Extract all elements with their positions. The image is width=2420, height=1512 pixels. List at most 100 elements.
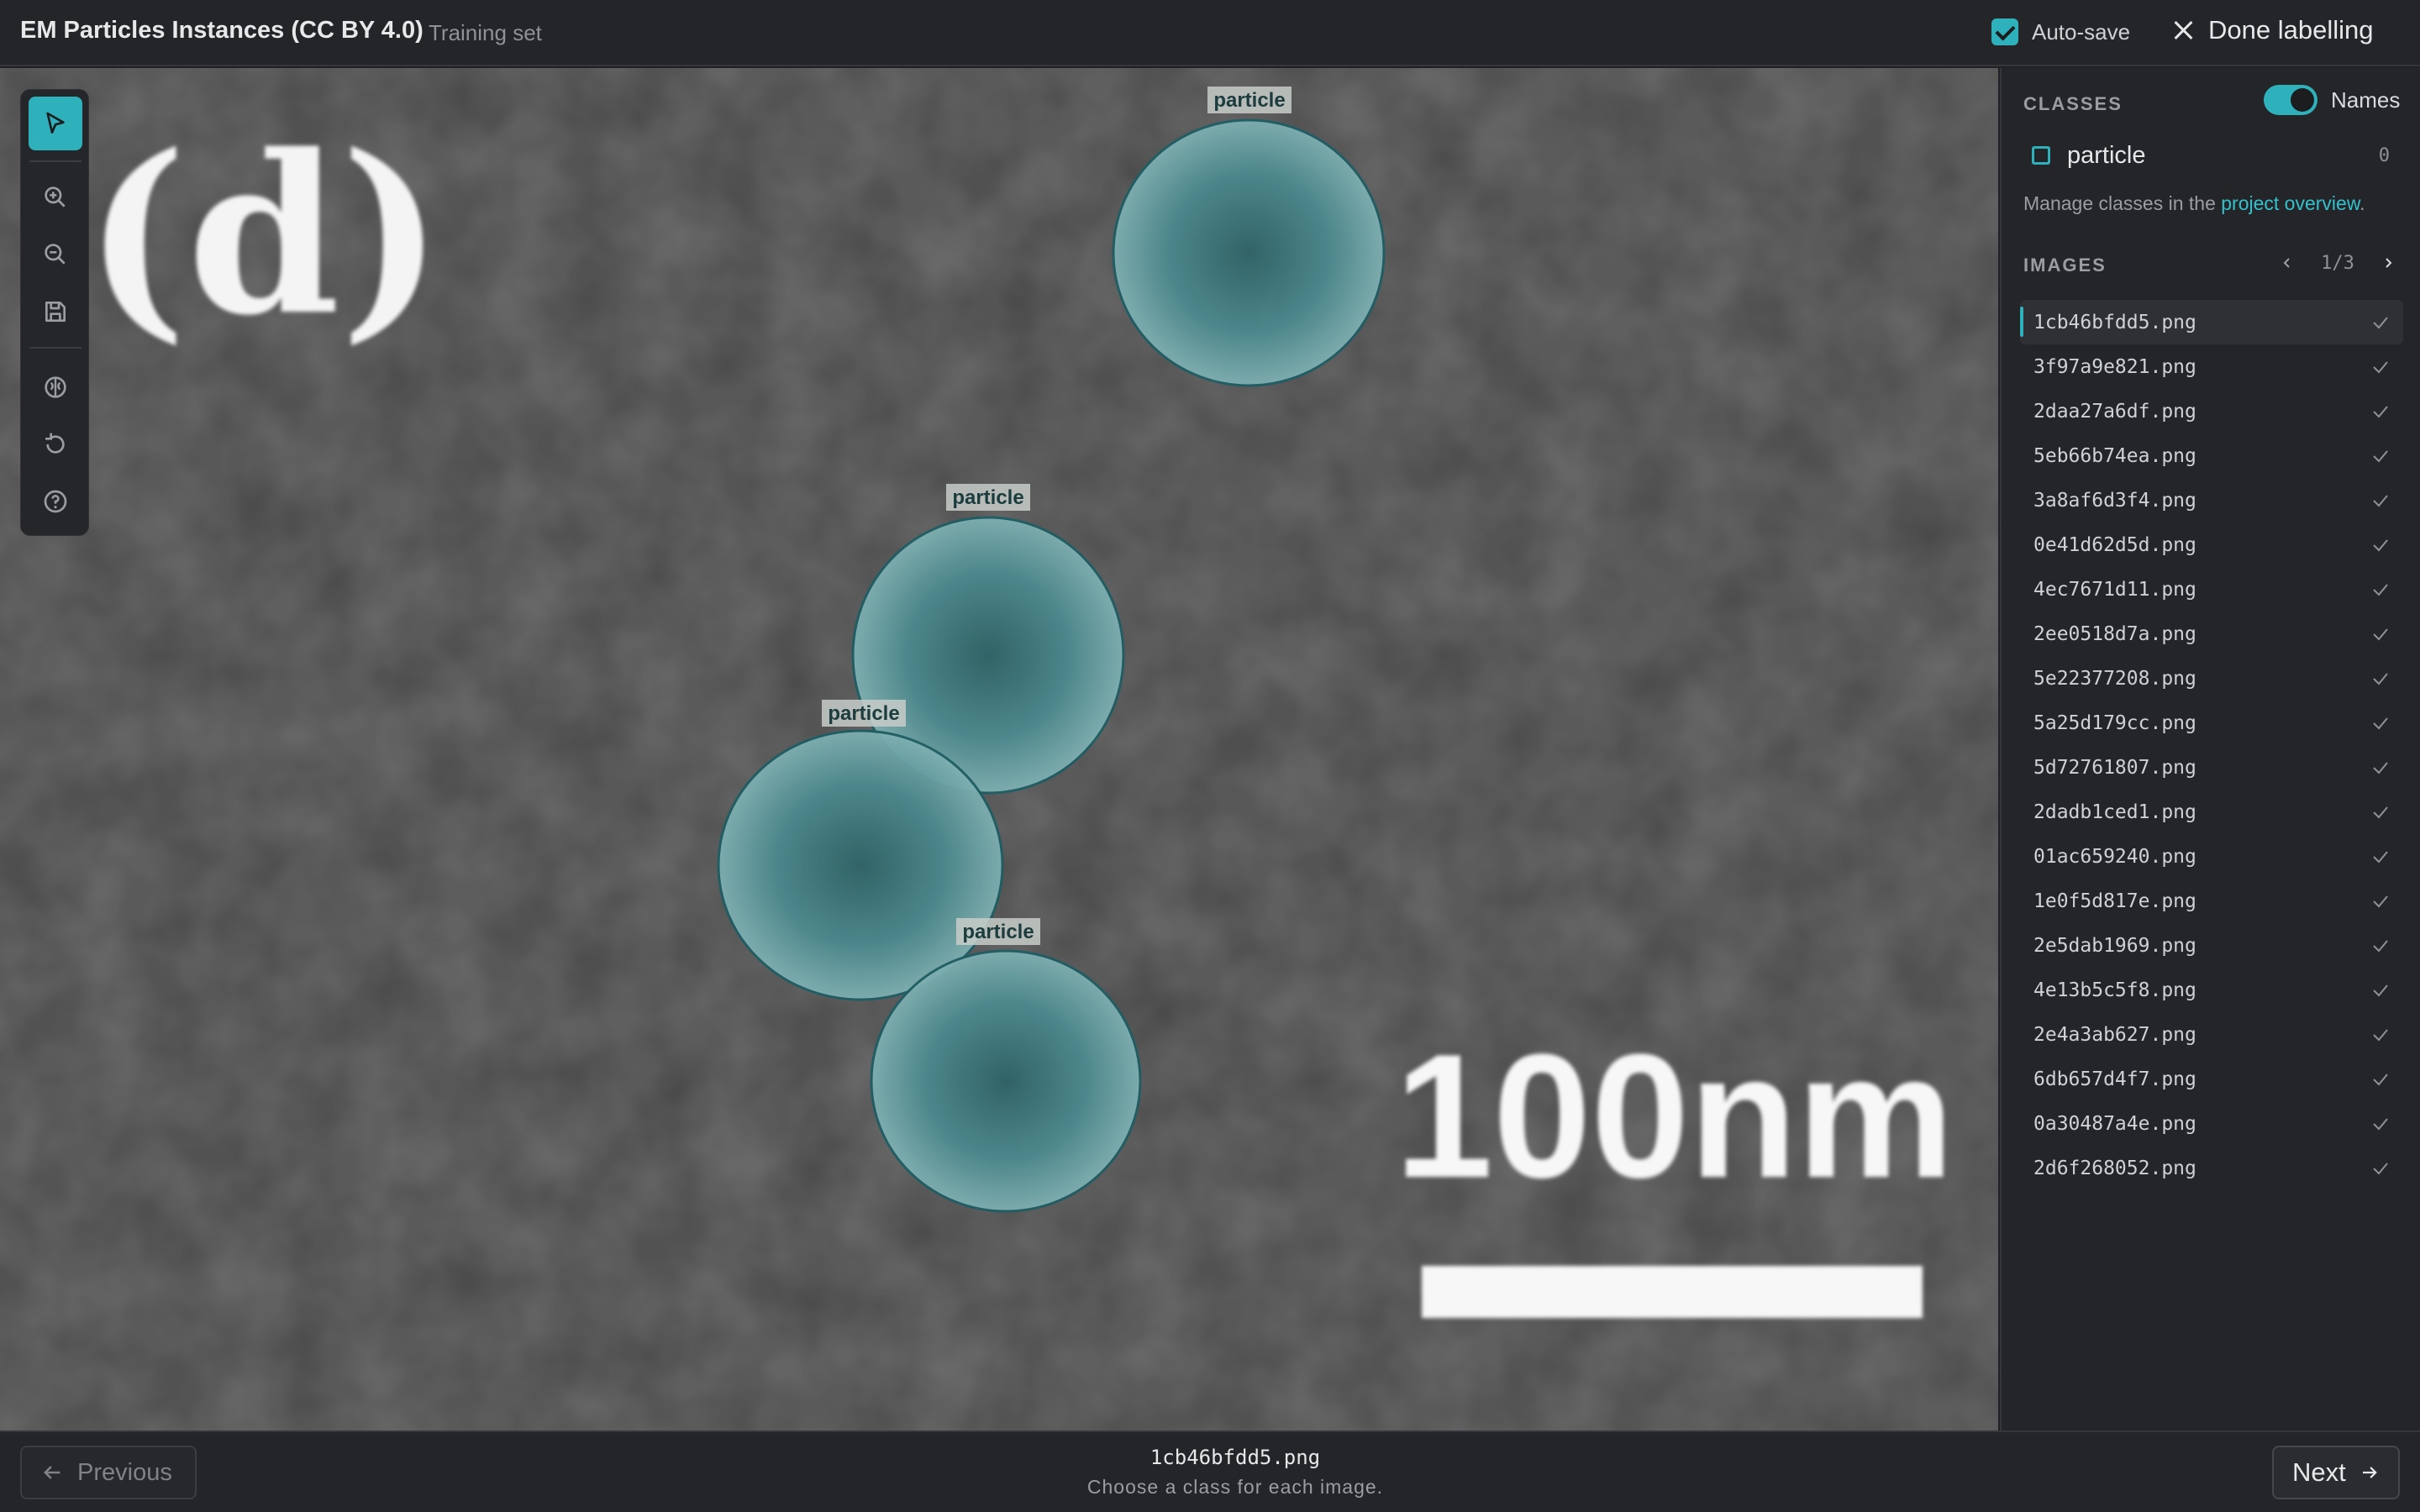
next-page-button[interactable] <box>2376 251 2400 275</box>
image-list-item[interactable]: 2daa27a6df.png <box>2020 389 2403 433</box>
image-list-item[interactable]: 0a30487a4e.png <box>2020 1101 2403 1146</box>
check-icon <box>2373 317 2388 329</box>
check-icon <box>2373 450 2388 463</box>
check-icon <box>2373 584 2388 596</box>
next-button[interactable]: Next <box>2272 1446 2400 1499</box>
image-file-name: 3a8af6d3f4.png <box>2033 489 2196 512</box>
image-file-name: 4ec7671d11.png <box>2033 578 2196 601</box>
check-icon <box>2373 940 2388 953</box>
check-icon <box>2373 895 2388 908</box>
image-list-item[interactable]: 4e13b5c5f8.png <box>2020 968 2403 1012</box>
page-indicator: 1/3 <box>2321 252 2354 274</box>
manage-classes-suffix: . <box>2360 192 2365 214</box>
image-list: 1cb46bfdd5.png 3f97a9e821.png 2daa27a6df.p… <box>2020 300 2403 1190</box>
prev-page-button[interactable] <box>2275 251 2299 275</box>
done-labelling-button[interactable]: Done labelling <box>2173 15 2373 45</box>
check-icon <box>2373 406 2388 418</box>
cursor-icon <box>46 112 65 134</box>
save-button[interactable] <box>29 285 82 339</box>
rail-divider <box>29 160 82 162</box>
zoom-out-button[interactable] <box>29 228 82 281</box>
chevron-right-icon <box>2386 258 2392 268</box>
check-icon <box>2373 628 2388 641</box>
check-icon <box>2373 762 2388 774</box>
image-list-item[interactable]: 2ee0518d7a.png <box>2020 612 2403 656</box>
class-count: 0 <box>2378 144 2390 166</box>
class-name: particle <box>2067 141 2146 169</box>
annotation-canvas[interactable]: (d) 100nm particle particle particle par… <box>0 68 1998 1431</box>
chevron-left-icon <box>2283 258 2290 268</box>
project-overview-link[interactable]: project overview <box>2221 192 2360 214</box>
check-icon <box>2373 1074 2388 1086</box>
autosave-toggle[interactable]: Auto-save <box>1991 18 2130 45</box>
image-file-name: 1e0f5d817e.png <box>2033 890 2196 912</box>
image-list-item[interactable]: 5eb66b74ea.png <box>2020 433 2403 478</box>
image-file-name: 2daa27a6df.png <box>2033 400 2196 423</box>
image-list-item[interactable]: 1cb46bfdd5.png <box>2020 300 2403 344</box>
image-file-name: 0a30487a4e.png <box>2033 1112 2196 1135</box>
image-file-name: 4e13b5c5f8.png <box>2033 979 2196 1001</box>
manage-classes-prefix: Manage classes in the <box>2023 192 2222 214</box>
image-file-name: 3f97a9e821.png <box>2033 355 2196 378</box>
image-list-item[interactable]: 2dadb1ced1.png <box>2020 790 2403 834</box>
image-list-item[interactable]: 2e4a3ab627.png <box>2020 1012 2403 1057</box>
image-list-item[interactable]: 5d72761807.png <box>2020 745 2403 790</box>
save-icon <box>45 302 66 322</box>
autosave-label: Auto-save <box>2032 18 2131 45</box>
image-list-item[interactable]: 3a8af6d3f4.png <box>2020 478 2403 522</box>
check-icon <box>2373 717 2388 730</box>
check-icon <box>2373 673 2388 685</box>
check-icon <box>2373 851 2388 864</box>
zoom-out-icon <box>45 244 66 265</box>
next-label: Next <box>2292 1457 2346 1487</box>
help-button[interactable] <box>29 475 82 528</box>
check-icon <box>2373 1029 2388 1042</box>
check-icon <box>2373 539 2388 552</box>
image-file-name: 5a25d179cc.png <box>2033 711 2196 734</box>
images-pager: 1/3 <box>2275 248 2400 278</box>
select-tool-button[interactable] <box>29 97 82 150</box>
particle-label: particle <box>962 921 1034 943</box>
image-list-item[interactable]: 5a25d179cc.png <box>2020 701 2403 745</box>
image-file-name: 6db657d4f7.png <box>2033 1068 2196 1090</box>
names-switch[interactable] <box>2264 85 2317 115</box>
image-list-item[interactable]: 2e5dab1969.png <box>2020 923 2403 968</box>
classes-heading: CLASSES <box>2023 93 2123 114</box>
zoom-in-button[interactable] <box>29 171 82 224</box>
image-file-name: 01ac659240.png <box>2033 845 2196 868</box>
scale-bar-label: 100nm <box>1395 1017 1954 1215</box>
autosave-checkbox[interactable] <box>1991 18 2018 45</box>
image-list-item[interactable]: 0e41d62d5d.png <box>2020 522 2403 567</box>
help-icon <box>44 490 67 513</box>
labelling-hint: Choose a class for each image. <box>1086 1476 1384 1498</box>
top-bar: EM Particles Instances (CC BY 4.0) Train… <box>0 0 2420 66</box>
names-toggle[interactable]: Names <box>2264 85 2400 115</box>
image-list-item[interactable]: 01ac659240.png <box>2020 834 2403 879</box>
manage-classes-text: Manage classes in the project overview. <box>2023 192 2365 215</box>
tool-rail <box>20 89 89 536</box>
names-label: Names <box>2331 87 2401 113</box>
image-list-item[interactable]: 1e0f5d817e.png <box>2020 879 2403 923</box>
reset-button[interactable] <box>29 417 82 471</box>
image-file-name: 1cb46bfdd5.png <box>2033 311 2196 333</box>
image-list-item[interactable]: 6db657d4f7.png <box>2020 1057 2403 1101</box>
image-file-name: 5e22377208.png <box>2033 667 2196 690</box>
image-file-name: 2d6f268052.png <box>2033 1157 2196 1179</box>
image-list-item[interactable]: 5e22377208.png <box>2020 656 2403 701</box>
scale-bar <box>1422 1266 1923 1318</box>
images-heading: IMAGES <box>2023 255 2107 276</box>
image-list-item[interactable]: 4ec7671d11.png <box>2020 567 2403 612</box>
image-file-name: 2dadb1ced1.png <box>2033 801 2196 823</box>
image-list-item[interactable]: 3f97a9e821.png <box>2020 344 2403 389</box>
bottom-bar: Previous 1cb46bfdd5.png Choose a class f… <box>0 1431 2420 1512</box>
ai-assist-button[interactable] <box>29 360 82 414</box>
em-image: (d) 100nm particle particle particle par… <box>0 68 1998 1431</box>
done-labelling-label: Done labelling <box>2208 15 2374 45</box>
class-item-particle[interactable]: particle 0 <box>2023 135 2400 176</box>
current-file-name: 1cb46bfdd5.png <box>1150 1446 1321 1469</box>
image-list-item[interactable]: 2d6f268052.png <box>2020 1146 2403 1190</box>
check-icon <box>2373 806 2388 819</box>
check-icon <box>2373 984 2388 997</box>
image-file-name: 0e41d62d5d.png <box>2033 533 2196 556</box>
particle-label: particle <box>1213 89 1285 112</box>
